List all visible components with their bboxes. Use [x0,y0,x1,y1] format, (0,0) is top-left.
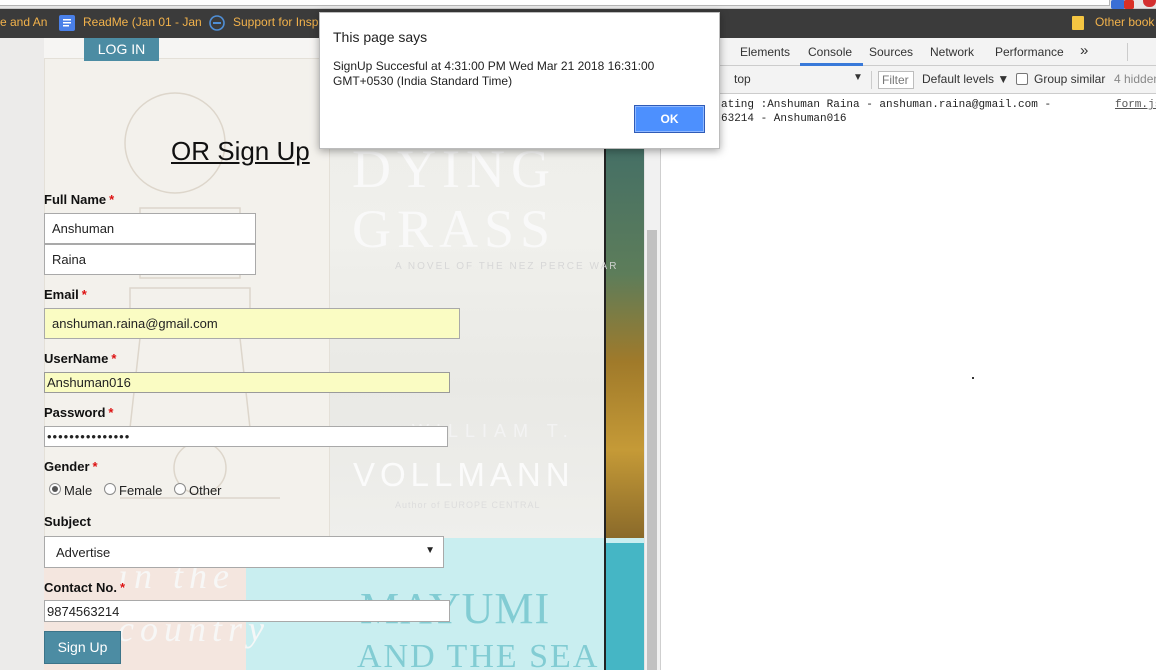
contact-field[interactable] [44,600,450,622]
bookmark-item[interactable]: e and An [0,15,47,29]
background-text: AND THE SEA [357,638,600,670]
browser-address-strip [0,0,1156,9]
background-text: GRASS [352,199,557,259]
divider [871,71,872,89]
bookmark-item[interactable]: ReadMe (Jan 01 - Jan [83,15,202,29]
username-field[interactable] [44,372,450,393]
radio-button[interactable] [49,483,61,495]
dropdown-arrow-icon: ▼ [425,545,435,556]
password-label: Password * [44,405,114,420]
page-scrollbar-thumb[interactable] [647,230,657,670]
background-text: VOLLMANN [353,456,575,493]
subject-select[interactable]: Advertise ▼ [44,536,444,568]
required-mark: * [81,287,87,302]
background-cover [604,98,644,538]
console-log-line: 63214 - Anshuman016 [721,113,847,125]
password-field[interactable] [44,426,448,447]
tab-performance[interactable]: Performance [995,45,1064,59]
cursor-dot [972,377,974,379]
radio-label: Female [119,483,163,498]
dropdown-arrow-icon: ▼ [853,72,863,83]
console-filter-input[interactable]: Filter [878,71,914,89]
contact-label: Contact No. * [44,580,126,595]
required-mark: * [109,192,115,207]
console-log-line: ating :Anshuman Raina - anshuman.raina@g… [721,99,1052,111]
subject-label: Subject [44,514,91,529]
alert-dialog: This page says SignUp Succesful at 4:31:… [319,12,720,149]
required-mark: * [111,351,117,366]
dialog-message: SignUp Succesful at 4:31:00 PM Wed Mar 2… [333,59,655,88]
folder-icon [1072,16,1084,30]
tab-console[interactable]: Console [808,45,852,59]
subject-selected-value: Advertise [56,545,111,560]
email-label: Email * [44,287,87,302]
console-toolbar: top ▼ Filter Default levels ▼ Group simi… [661,66,1156,94]
last-name-field[interactable] [44,244,256,275]
group-similar-label: Group similar [1034,72,1106,86]
gender-label: Gender * [44,459,98,474]
dialog-title: This page says [333,29,428,45]
radio-label: Male [64,483,93,498]
required-mark: * [119,580,126,595]
required-mark: * [92,459,98,474]
radio-label: Other [189,483,222,498]
ok-button[interactable]: OK [634,105,705,133]
log-levels-select[interactable]: Default levels ▼ [922,72,1009,86]
background-cover [604,543,644,670]
username-label: UserName * [44,351,117,366]
address-bar[interactable] [0,0,1110,6]
tab-elements[interactable]: Elements [740,45,790,59]
background-text: Author of EUROPE CENTRAL [395,500,541,510]
context-select[interactable]: top [734,72,870,89]
extension-icon[interactable] [1111,0,1125,9]
background-cover [0,38,44,670]
group-similar-checkbox[interactable] [1016,73,1028,85]
fullname-label: Full Name * [44,192,115,207]
console-source-link[interactable]: form.js [1115,99,1156,111]
background-text: A NOVEL OF THE NEZ PERCE WAR [395,261,619,272]
devtools-tabbar: Elements Console Sources Network Perform… [661,38,1156,66]
more-tabs-icon[interactable]: » [1080,42,1088,59]
email-field[interactable] [44,308,460,339]
page-title: OR Sign Up [171,136,310,166]
bookmark-folder-other[interactable]: Other book [1095,15,1154,29]
login-button[interactable]: LOG IN [84,38,159,61]
sign-up-button[interactable]: Sign Up [44,631,121,664]
notification-badge [1124,0,1134,9]
tab-network[interactable]: Network [930,45,974,59]
bookmark-item[interactable]: Support for Insp [233,15,318,29]
docs-icon [59,15,75,31]
hidden-count-label: 4 hidden [1114,72,1156,86]
devtools-panel: Elements Console Sources Network Perform… [660,38,1156,670]
profile-icon[interactable] [1143,0,1156,7]
first-name-field[interactable] [44,213,256,244]
divider [1127,43,1128,61]
tab-sources[interactable]: Sources [869,45,913,59]
required-mark: * [108,405,114,420]
radio-button[interactable] [174,483,186,495]
radio-button[interactable] [104,483,116,495]
dell-icon [209,15,225,31]
